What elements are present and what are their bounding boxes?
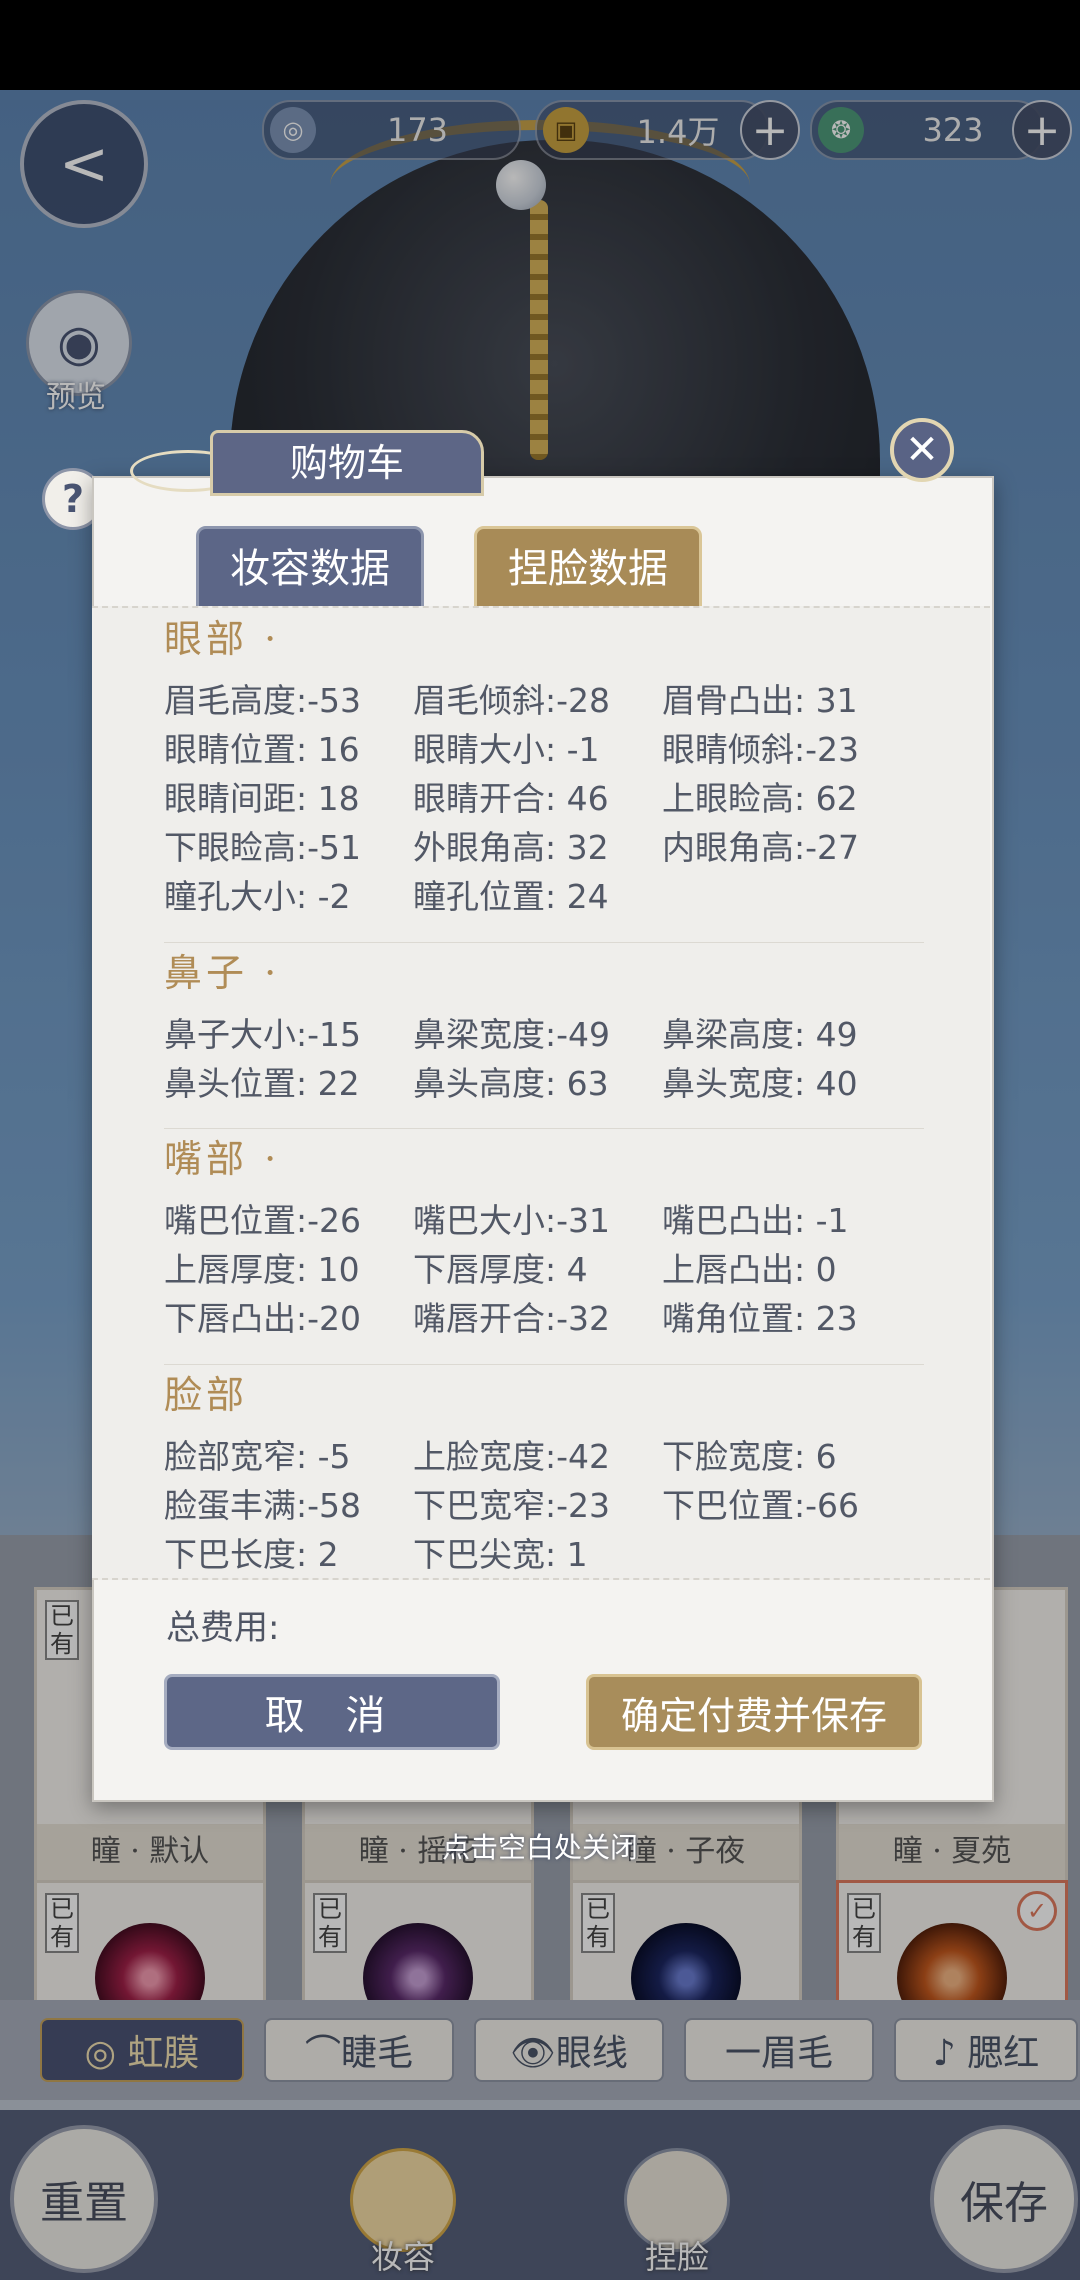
tab-makeup-data[interactable]: 妆容数据 — [196, 526, 424, 612]
section-title: 眼部 · — [164, 617, 281, 661]
param-item: 外眼角高: 32 — [413, 828, 609, 867]
param-item: 嘴唇开合:-32 — [413, 1299, 611, 1338]
section-title: 嘴部 · — [164, 1137, 281, 1181]
param-item: 嘴巴位置:-26 — [164, 1201, 362, 1240]
param-item: 上脸宽度:-42 — [413, 1437, 611, 1476]
param-item: 下巴尖宽: 1 — [413, 1535, 588, 1574]
tab-face-data[interactable]: 捏脸数据 — [474, 526, 702, 612]
param-item: 鼻梁宽度:-49 — [413, 1015, 611, 1054]
param-item: 下巴长度: 2 — [164, 1535, 339, 1574]
param-item: 内眼角高:-27 — [662, 828, 860, 867]
param-item: 鼻头位置: 22 — [164, 1064, 360, 1103]
tap-to-close-hint: 点击空白处关闭 — [441, 1831, 638, 1864]
param-item: 嘴巴大小:-31 — [413, 1201, 611, 1240]
param-item: 眉毛高度:-53 — [164, 681, 362, 720]
param-item: 脸蛋丰满:-58 — [164, 1486, 362, 1525]
param-item: 眉骨凸出: 31 — [662, 681, 858, 720]
param-item: 鼻头宽度: 40 — [662, 1064, 858, 1103]
param-item: 下唇凸出:-20 — [164, 1299, 362, 1338]
section-title: 脸部 — [164, 1373, 249, 1417]
param-item: 眼睛开合: 46 — [413, 779, 609, 818]
param-item: 鼻梁高度: 49 — [662, 1015, 858, 1054]
confirm-pay-save-button[interactable]: 确定付费并保存 — [586, 1674, 922, 1750]
param-item: 鼻头高度: 63 — [413, 1064, 609, 1103]
cancel-button[interactable]: 取 消 — [164, 1674, 500, 1750]
param-item: 下巴宽窄:-23 — [413, 1486, 611, 1525]
param-item: 脸部宽窄: -5 — [164, 1437, 351, 1476]
param-item: 上唇凸出: 0 — [662, 1250, 837, 1289]
section-title: 鼻子 · — [164, 951, 281, 995]
param-item: 下眼睑高:-51 — [164, 828, 362, 867]
param-item: 眼睛位置: 16 — [164, 730, 360, 769]
param-item: 眼睛间距: 18 — [164, 779, 360, 818]
total-fee-label: 总费用: — [166, 1608, 280, 1648]
param-item: 眼睛大小: -1 — [413, 730, 600, 769]
param-item: 眼睛倾斜:-23 — [662, 730, 860, 769]
param-item: 瞳孔大小: -2 — [164, 877, 351, 916]
face-data-list[interactable]: 眼部 · 眉毛高度:-53 眉毛倾斜:-28 眉骨凸出: 31 眼睛位置: 16… — [92, 606, 990, 1580]
close-icon[interactable]: ✕ — [890, 418, 954, 482]
param-item: 眉毛倾斜:-28 — [413, 681, 611, 720]
param-item: 嘴角位置: 23 — [662, 1299, 858, 1338]
param-item: 上眼睑高: 62 — [662, 779, 858, 818]
param-item: 下巴位置:-66 — [662, 1486, 860, 1525]
modal-title: 购物车 — [210, 430, 484, 496]
param-item: 上唇厚度: 10 — [164, 1250, 360, 1289]
param-item: 嘴巴凸出: -1 — [662, 1201, 849, 1240]
divider — [164, 1364, 924, 1365]
param-item: 瞳孔位置: 24 — [413, 877, 609, 916]
param-item: 下脸宽度: 6 — [662, 1437, 837, 1476]
param-item: 鼻子大小:-15 — [164, 1015, 362, 1054]
param-item: 下唇厚度: 4 — [413, 1250, 588, 1289]
status-bar — [0, 0, 1080, 90]
